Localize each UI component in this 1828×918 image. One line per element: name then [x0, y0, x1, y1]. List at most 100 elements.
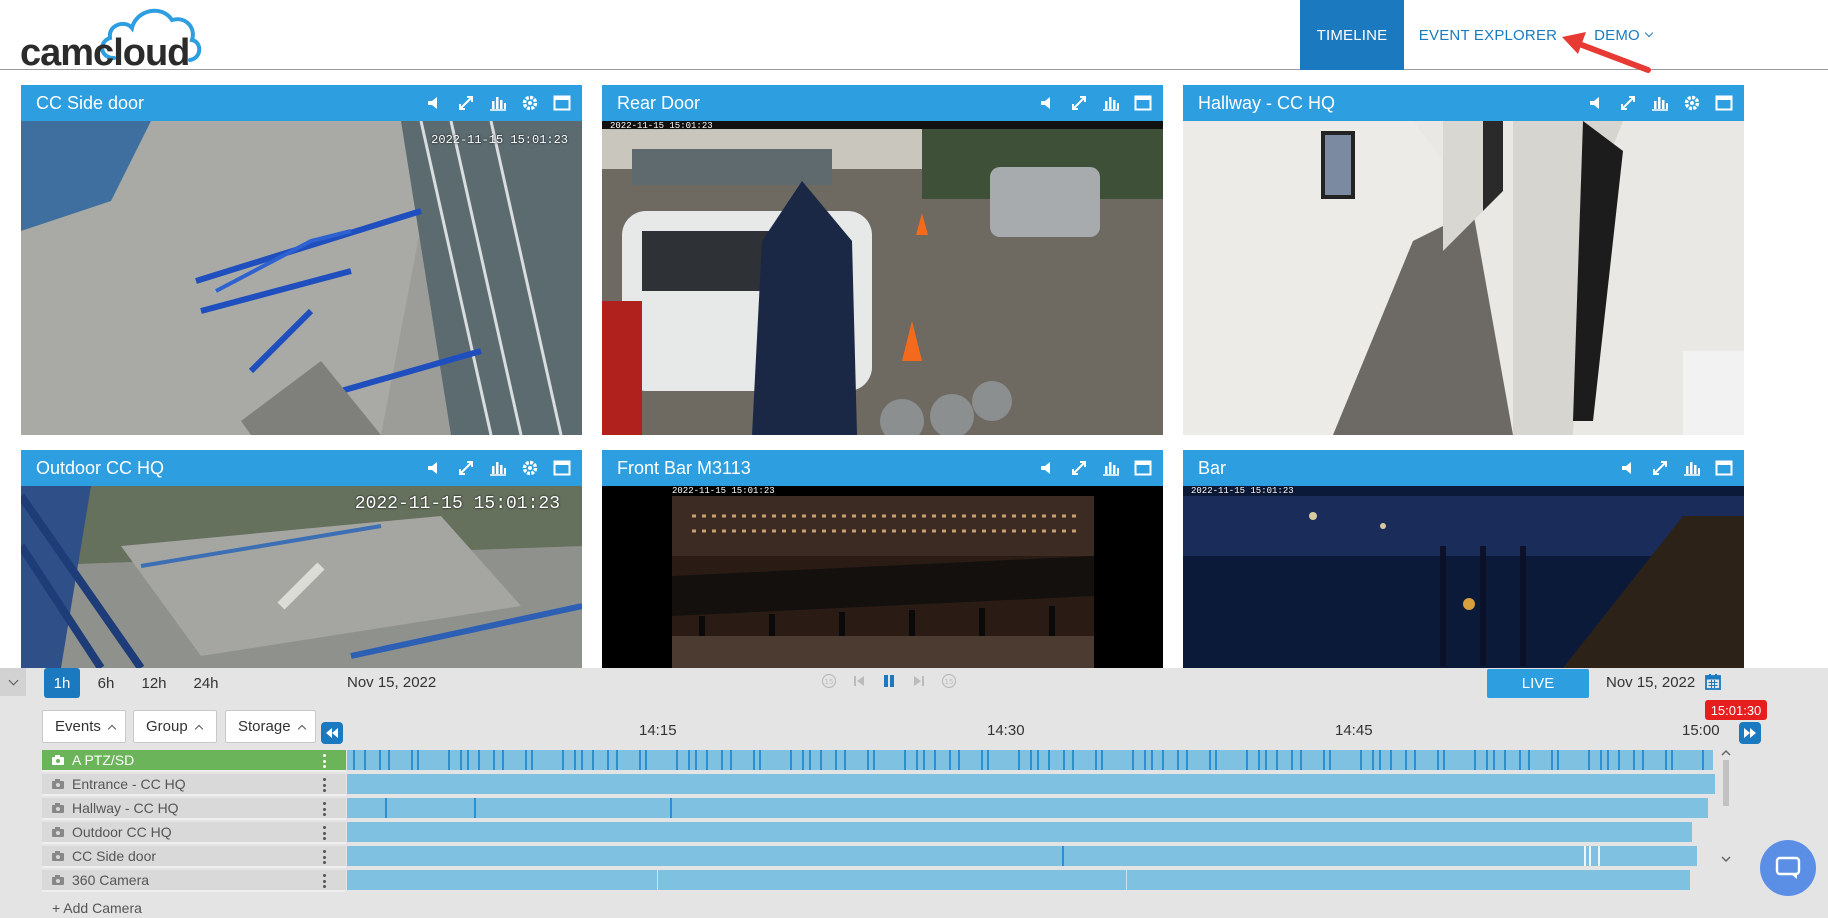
window-icon[interactable] [552, 458, 572, 478]
event-marker [721, 750, 723, 770]
timeline-row-cc-side-door[interactable]: CC Side door [42, 846, 346, 868]
timeline-forward-button[interactable] [1739, 722, 1761, 744]
bar-chart-icon[interactable] [1101, 458, 1121, 478]
row-menu-icon[interactable] [323, 754, 326, 768]
gear-icon[interactable] [520, 458, 540, 478]
row-label: CC Side door [72, 848, 157, 864]
timeline-row-a-ptz-sd[interactable]: A PTZ/SD [42, 750, 346, 772]
camera-title: Outdoor CC HQ [36, 458, 165, 478]
camera-feed-image [1183, 121, 1744, 435]
timeline-date-left: Nov 15, 2022 [347, 674, 437, 691]
event-lane[interactable] [347, 774, 1715, 794]
window-icon[interactable] [1714, 458, 1734, 478]
event-marker [1528, 750, 1530, 770]
speaker-icon[interactable] [1618, 458, 1638, 478]
row-menu-icon[interactable] [323, 778, 326, 792]
camera-icon [52, 803, 64, 813]
group-filter-button[interactable]: Group [133, 710, 217, 743]
timeline-scrollbar[interactable] [1720, 748, 1732, 864]
timeline-row-360-camera[interactable]: 360 Camera [42, 870, 346, 892]
fullscreen-icon[interactable] [456, 93, 476, 113]
event-lane[interactable] [347, 750, 1713, 770]
camera-title: CC Side door [36, 93, 145, 113]
fullscreen-icon[interactable] [1069, 458, 1089, 478]
bar-chart-icon[interactable] [488, 458, 508, 478]
camcloud-logo[interactable]: camcloud [18, 2, 203, 74]
timeline-row-hallway-cc-hq[interactable]: Hallway - CC HQ [42, 798, 346, 820]
window-icon[interactable] [1714, 93, 1734, 113]
skip-forward-icon[interactable] [910, 672, 928, 690]
camera-tile-cc-side-door[interactable]: CC Side door 2022-11-15 15:01:23 [21, 85, 582, 435]
range-6h[interactable]: 6h [90, 668, 122, 698]
logo-wordmark: camcloud [20, 32, 190, 74]
event-lane[interactable] [347, 870, 1690, 890]
storage-filter-button[interactable]: Storage [225, 710, 316, 743]
nav-event-explorer[interactable]: EVENT EXPLORER [1418, 0, 1558, 70]
timeline-collapse-toggle[interactable] [0, 668, 26, 696]
event-lane[interactable] [347, 846, 1697, 866]
window-icon[interactable] [1133, 458, 1153, 478]
event-marker [923, 750, 925, 770]
timeline-row-outdoor-cc-hq[interactable]: Outdoor CC HQ [42, 822, 346, 844]
camera-tile-outdoor-cc-hq[interactable]: Outdoor CC HQ 2022-11-15 15:01:23 [21, 450, 582, 668]
camera-tile-rear-door[interactable]: Rear Door 2022-11-15 15:01:23 [602, 85, 1163, 435]
event-marker [460, 750, 462, 770]
timeline-row-entrance-cc-hq[interactable]: Entrance - CC HQ [42, 774, 346, 796]
events-filter-button[interactable]: Events [42, 710, 126, 743]
range-12h[interactable]: 12h [136, 668, 172, 698]
row-menu-icon[interactable] [323, 802, 326, 816]
speaker-icon[interactable] [1586, 93, 1606, 113]
current-time-label: 15:01:30 [1710, 702, 1762, 718]
window-icon[interactable] [1133, 93, 1153, 113]
range-1h[interactable]: 1h [44, 668, 80, 698]
camera-tile-hallway-cc-hq[interactable]: Hallway - CC HQ [1183, 85, 1744, 435]
speaker-icon[interactable] [424, 458, 444, 478]
row-menu-icon[interactable] [323, 874, 326, 888]
calendar-icon[interactable] [1705, 673, 1721, 695]
bar-chart-icon[interactable] [488, 93, 508, 113]
pause-icon[interactable] [880, 672, 898, 690]
camera-tile-front-bar-m3113[interactable]: Front Bar M3113 2022-11-15 15:01:23 [602, 450, 1163, 668]
event-marker [1618, 750, 1620, 770]
event-markers [385, 798, 672, 818]
rewind-15-icon[interactable]: 15 [820, 672, 838, 690]
event-marker [1414, 750, 1416, 770]
skip-back-icon[interactable] [850, 672, 868, 690]
event-marker [904, 750, 906, 770]
add-camera-link[interactable]: + Add Camera [52, 900, 142, 916]
camera-icon [52, 851, 64, 861]
camera-tile-bar[interactable]: Bar 2022-11-15 15:01:23 [1183, 450, 1744, 668]
chat-support-button[interactable] [1760, 840, 1816, 896]
camera-feed [1183, 121, 1744, 435]
fullscreen-icon[interactable] [1650, 458, 1670, 478]
speaker-icon[interactable] [1037, 458, 1057, 478]
nav-timeline[interactable]: TIMELINE [1300, 0, 1404, 70]
event-lane[interactable] [347, 822, 1692, 842]
event-marker [802, 750, 804, 770]
bar-chart-icon[interactable] [1101, 93, 1121, 113]
row-menu-icon[interactable] [323, 826, 326, 840]
fullscreen-icon[interactable] [1618, 93, 1638, 113]
event-lane[interactable] [347, 798, 1708, 818]
event-marker [1379, 750, 1381, 770]
event-marker [1642, 750, 1644, 770]
event-marker [844, 750, 846, 770]
event-marker [1504, 750, 1506, 770]
range-24h[interactable]: 24h [188, 668, 224, 698]
bar-chart-icon[interactable] [1650, 93, 1670, 113]
chevron-up-icon [297, 724, 306, 733]
speaker-icon[interactable] [1037, 93, 1057, 113]
window-icon[interactable] [552, 93, 572, 113]
live-button[interactable]: LIVE [1487, 669, 1589, 698]
gear-icon[interactable] [520, 93, 540, 113]
event-marker [1276, 750, 1278, 770]
gear-icon[interactable] [1682, 93, 1702, 113]
fullscreen-icon[interactable] [1069, 93, 1089, 113]
fullscreen-icon[interactable] [456, 458, 476, 478]
speaker-icon[interactable] [424, 93, 444, 113]
forward-15-icon[interactable]: 15 [940, 672, 958, 690]
row-menu-icon[interactable] [323, 850, 326, 864]
timeline-back-button[interactable] [321, 722, 343, 744]
event-marker [688, 750, 690, 770]
bar-chart-icon[interactable] [1682, 458, 1702, 478]
